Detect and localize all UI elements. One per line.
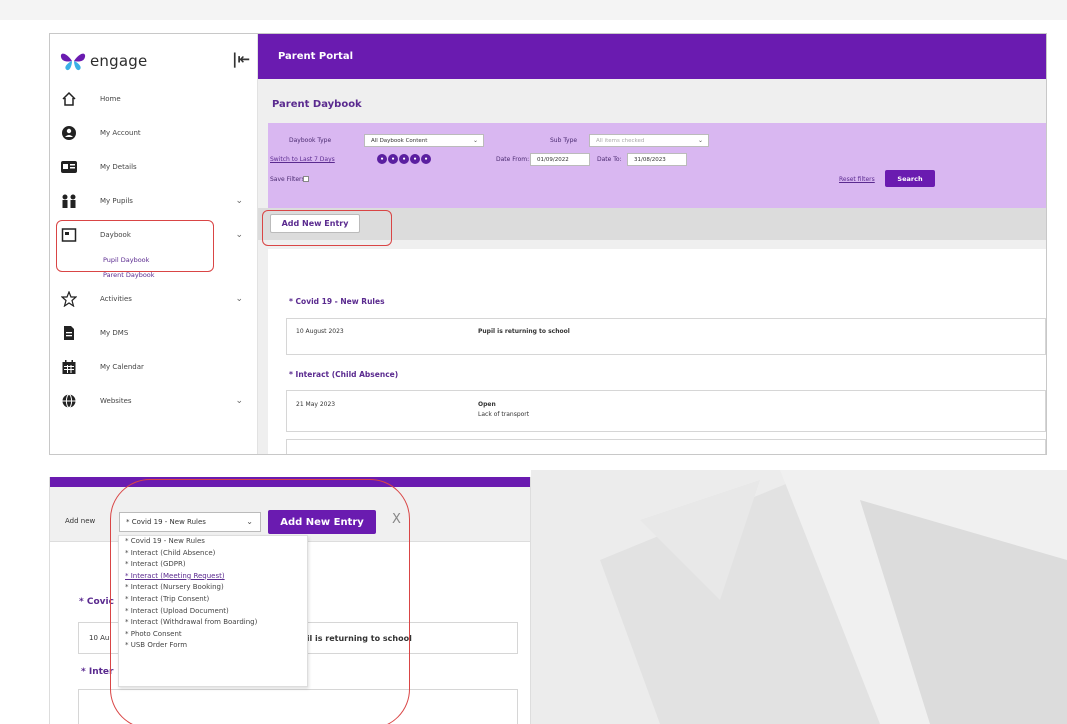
search-button[interactable]: Search bbox=[885, 170, 935, 187]
calendar-icon bbox=[60, 358, 78, 376]
entry-date-partial: 10 Au bbox=[89, 634, 110, 642]
sidebar-item-label: My Calendar bbox=[100, 363, 144, 371]
main-content: Parent Daybook Daybook Type All Daybook … bbox=[258, 79, 1046, 454]
logo-text: engage bbox=[90, 52, 148, 70]
entry-text: Pupil is returning to school bbox=[478, 328, 570, 335]
date-to-label: Date To: bbox=[597, 156, 622, 163]
sidebar-item-label: My DMS bbox=[100, 329, 129, 337]
daybook-type-select[interactable]: All Daybook Content ⌄ bbox=[364, 134, 484, 147]
add-new-label: Add new bbox=[65, 517, 96, 525]
entry-text: Open bbox=[478, 401, 496, 408]
daybook-screenshot: engage |⇤ Home My Account My Details My … bbox=[49, 33, 1047, 455]
date-from-value: 01/09/2022 bbox=[537, 157, 569, 163]
add-entry-screenshot: Add new * Covid 19 - New Rules ⌄ Add New… bbox=[49, 477, 531, 724]
sidebar-item-activities[interactable]: Activities ⌄ bbox=[50, 282, 258, 316]
date-to-input[interactable]: 31/08/2023 bbox=[627, 153, 687, 166]
group-title: * Covid 19 - New Rules bbox=[289, 297, 385, 306]
day-filter-circle-icon[interactable]: • bbox=[399, 154, 409, 164]
id-card-icon bbox=[60, 158, 78, 176]
entry-date: 10 August 2023 bbox=[296, 328, 344, 335]
daybook-type-label: Daybook Type bbox=[289, 137, 332, 144]
sidebar-item-label: Websites bbox=[100, 397, 132, 405]
list-item[interactable]: 10 August 2023 Pupil is returning to sch… bbox=[286, 318, 1046, 355]
chevron-down-icon[interactable]: ⌄ bbox=[235, 396, 243, 406]
daybook-type-value: All Daybook Content bbox=[371, 138, 428, 144]
header-bar: Parent Portal bbox=[258, 34, 1046, 79]
globe-icon bbox=[60, 392, 78, 410]
date-from-label: Date From: bbox=[496, 156, 530, 163]
account-icon bbox=[60, 124, 78, 142]
sidebar-item-label: My Details bbox=[100, 163, 137, 171]
sub-type-select[interactable]: All items checked ⌄ bbox=[589, 134, 709, 147]
chevron-down-icon: ⌄ bbox=[697, 137, 703, 144]
engage-logo[interactable]: engage bbox=[60, 46, 147, 76]
sidebar-item-home[interactable]: Home bbox=[50, 82, 258, 116]
butterfly-icon bbox=[60, 53, 86, 71]
reset-filters-link[interactable]: Reset filters bbox=[839, 176, 875, 183]
sub-type-value: All items checked bbox=[596, 138, 645, 144]
day-filter-circle-icon[interactable]: • bbox=[377, 154, 387, 164]
day-filter-circle-icon[interactable]: • bbox=[421, 154, 431, 164]
sidebar-item-label: My Account bbox=[100, 129, 141, 137]
sidebar-item-label: Activities bbox=[100, 295, 132, 303]
entry-date: 21 May 2023 bbox=[296, 401, 336, 408]
day-filter-circle-icon[interactable]: • bbox=[388, 154, 398, 164]
save-filters-label: Save Filters: bbox=[270, 176, 307, 183]
filter-panel: Daybook Type All Daybook Content ⌄ Sub T… bbox=[268, 123, 1046, 208]
chevron-down-icon: ⌄ bbox=[472, 137, 478, 144]
daybook-entries: * Covid 19 - New Rules 10 August 2023 Pu… bbox=[268, 249, 1046, 454]
collapse-sidebar-icon[interactable]: |⇤ bbox=[232, 50, 250, 68]
chevron-down-icon[interactable]: ⌄ bbox=[235, 294, 243, 304]
chevron-down-icon[interactable]: ⌄ bbox=[235, 230, 243, 240]
sidebar-item-label: My Pupils bbox=[100, 197, 133, 205]
chevron-down-icon[interactable]: ⌄ bbox=[235, 196, 243, 206]
list-item[interactable] bbox=[286, 439, 1046, 454]
sidebar-item-my-dms[interactable]: My DMS bbox=[50, 316, 258, 350]
save-filters-checkbox[interactable] bbox=[303, 176, 309, 182]
people-icon bbox=[60, 192, 78, 210]
entry-note: Lack of transport bbox=[478, 411, 530, 418]
sidebar-item-my-details[interactable]: My Details bbox=[50, 150, 258, 184]
sub-type-label: Sub Type bbox=[550, 137, 578, 144]
switch-last-7-days-link[interactable]: Switch to Last 7 Days bbox=[270, 156, 335, 163]
sidebar-item-label: Home bbox=[100, 95, 121, 103]
group-title-partial: * Covic bbox=[79, 597, 114, 607]
sidebar-item-websites[interactable]: Websites ⌄ bbox=[50, 384, 258, 418]
group-title-partial: * Inter bbox=[81, 667, 114, 677]
page-title: Parent Daybook bbox=[272, 99, 362, 110]
day-filter-icons: • • • • • bbox=[377, 154, 431, 164]
highlight-dropdown-oval bbox=[110, 479, 410, 724]
highlight-daybook-box bbox=[56, 220, 214, 272]
day-filter-circle-icon[interactable]: • bbox=[410, 154, 420, 164]
sidebar-item-my-calendar[interactable]: My Calendar bbox=[50, 350, 258, 384]
group-title: * Interact (Child Absence) bbox=[289, 370, 399, 379]
sidebar: engage |⇤ Home My Account My Details My … bbox=[50, 34, 258, 454]
star-icon bbox=[60, 290, 78, 308]
home-icon bbox=[60, 90, 78, 108]
document-icon bbox=[60, 324, 78, 342]
highlight-add-entry-box bbox=[262, 210, 392, 246]
sidebar-item-my-account[interactable]: My Account bbox=[50, 116, 258, 150]
sidebar-item-my-pupils[interactable]: My Pupils ⌄ bbox=[50, 184, 258, 218]
header-title: Parent Portal bbox=[278, 51, 353, 62]
date-to-value: 31/08/2023 bbox=[634, 157, 666, 163]
list-item[interactable]: 21 May 2023 Open Lack of transport bbox=[286, 390, 1046, 432]
date-from-input[interactable]: 01/09/2022 bbox=[530, 153, 590, 166]
